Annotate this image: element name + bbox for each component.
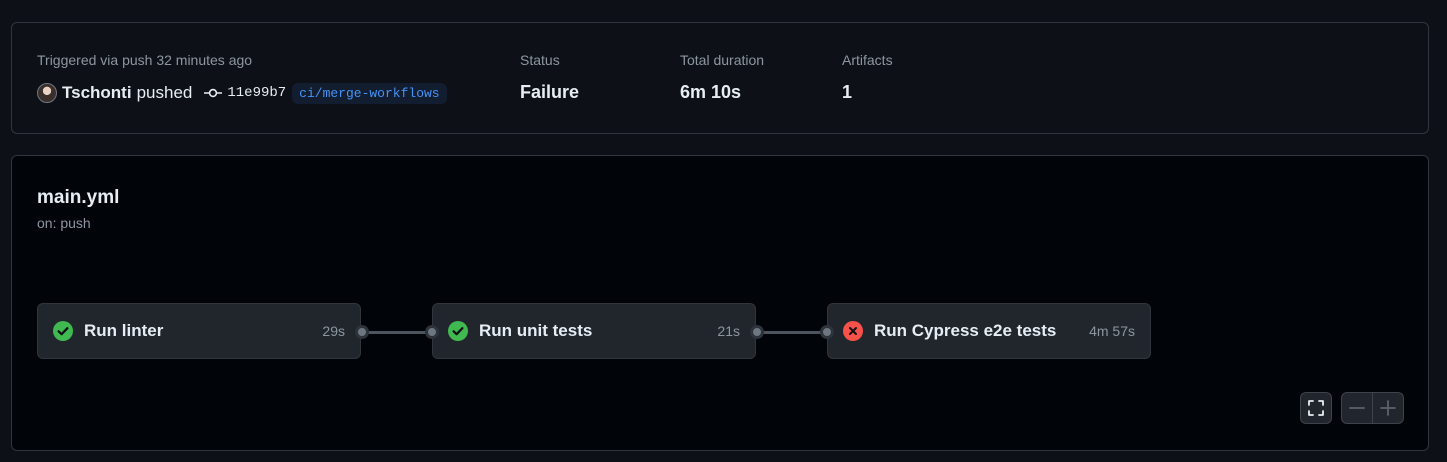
artifacts-stat: Artifacts 1 — [842, 52, 893, 103]
job-name: Run unit tests — [479, 321, 593, 340]
duration-label: Total duration — [680, 52, 765, 68]
avatar[interactable] — [37, 83, 57, 103]
trigger-label: Triggered via push 32 minutes ago — [37, 52, 253, 68]
zoom-in-button[interactable] — [1372, 393, 1403, 423]
branch-badge[interactable]: ci/merge-workflows — [292, 82, 447, 104]
job-name: Run Cypress e2e tests — [874, 321, 1057, 340]
actor-link[interactable]: Tschonti — [62, 83, 132, 103]
fullscreen-button[interactable] — [1300, 392, 1332, 424]
status-value: Failure — [520, 82, 580, 102]
duration-stat: Total duration 6m 10s — [680, 52, 764, 103]
status-label: Status — [520, 52, 560, 68]
job-card-run-linter[interactable]: Run linter 29s — [37, 303, 361, 359]
job-duration: 4m 57s — [1089, 323, 1135, 339]
trigger-info: Triggered via push 32 minutes ago Tschon… — [37, 52, 447, 105]
job-card-run-cypress-e2e-tests[interactable]: Run Cypress e2e tests 4m 57s — [827, 303, 1151, 359]
job-card-run-unit-tests[interactable]: Run unit tests 21s — [432, 303, 756, 359]
minus-icon — [1349, 407, 1365, 409]
status-stat: Status Failure — [520, 52, 579, 103]
fullscreen-icon — [1308, 400, 1324, 416]
commit-sha-link[interactable]: 11e99b7 — [227, 85, 286, 101]
job-duration: 21s — [717, 323, 740, 339]
plus-icon — [1380, 400, 1396, 416]
job-input-port — [820, 325, 834, 339]
x-circle-icon — [843, 321, 863, 341]
job-output-port — [750, 325, 764, 339]
run-summary-panel: Triggered via push 32 minutes ago Tschon… — [11, 22, 1429, 134]
job-connector — [757, 331, 829, 334]
duration-value: 6m 10s — [680, 82, 742, 102]
trigger-details: Tschonti pushed 11e99b7 ci/merge-workflo… — [37, 81, 447, 105]
workflow-graph: main.yml on: push Run linter 29s Run uni… — [11, 155, 1429, 451]
check-circle-icon — [53, 321, 73, 341]
zoom-controls — [1341, 392, 1404, 424]
artifacts-value[interactable]: 1 — [842, 82, 893, 103]
job-duration: 29s — [322, 323, 345, 339]
workflow-file-name: main.yml — [37, 187, 120, 208]
job-input-port — [425, 325, 439, 339]
job-name: Run linter — [84, 321, 164, 340]
workflow-trigger: on: push — [37, 215, 91, 231]
action-text: pushed — [136, 83, 193, 102]
git-commit-icon — [204, 88, 223, 98]
check-circle-icon — [448, 321, 468, 341]
job-output-port — [355, 325, 369, 339]
job-connector — [362, 331, 434, 334]
zoom-out-button[interactable] — [1342, 393, 1372, 423]
artifacts-label: Artifacts — [842, 52, 893, 68]
